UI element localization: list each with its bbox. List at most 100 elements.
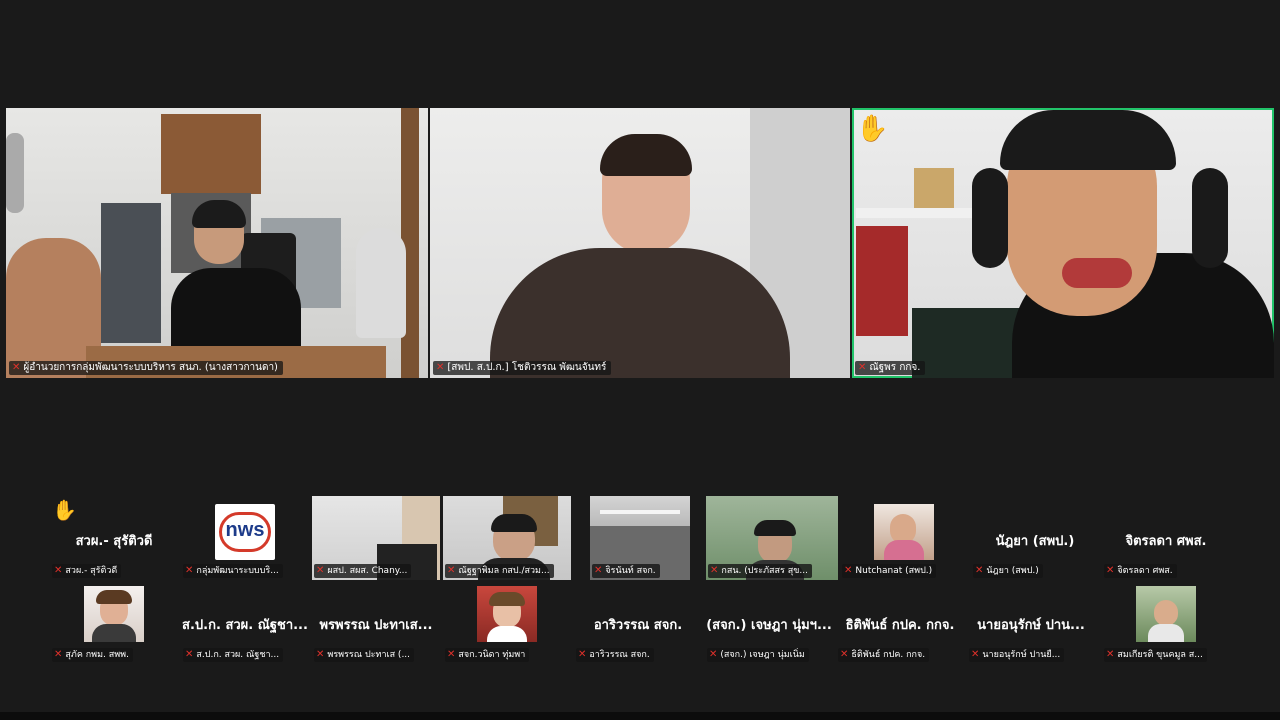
shelf-item-shape	[914, 168, 954, 208]
bottom-strip	[0, 712, 1280, 720]
video-tile-3-active-speaker[interactable]: ✋ ✕ ณัฐพร กกจ.	[852, 108, 1274, 378]
mic-muted-icon: ✕	[710, 565, 719, 576]
participant-name: Nutchanat (สพป.)	[855, 566, 933, 576]
gallery-tile[interactable]: ✕ กสน. (ประภัสสร สุข...	[706, 496, 838, 580]
gallery-tile[interactable]: ธิติพันธ์ กปค. กกจ. ✕ ธิติพันธ์ กปค. กกจ.	[836, 580, 964, 664]
mic-muted-icon: ✕	[844, 565, 853, 576]
gallery-tile[interactable]: ✕ สมเกียรติ ขุนคมูล ส...	[1102, 580, 1230, 664]
video-tile-1[interactable]: ✕ ผู้อำนวยการกลุ่มพัฒนาระบบบริหาร สนภ. (น…	[6, 108, 428, 378]
mic-muted-icon: ✕	[594, 565, 603, 576]
person-hair-shape	[491, 514, 537, 532]
gallery-tile[interactable]: จิตรลดา ศพส. ✕ จิตรลดา ศพส.	[1102, 496, 1230, 580]
participant-display-name: จิตรลดา ศพส.	[1125, 534, 1207, 549]
nws-logo-avatar: nws	[215, 504, 275, 560]
participant-display-name: (สจก.) เจษฎา นุ่มฯ...	[706, 618, 832, 633]
mic-muted-icon: ✕	[54, 565, 63, 576]
fan-shape	[356, 228, 406, 338]
mic-muted-icon: ✕	[1106, 565, 1115, 576]
participant-name: นายอนุรักษ์ ปานยื...	[982, 650, 1061, 660]
participant-name: สจก.วนิดา ทุ่มพา	[458, 650, 526, 660]
video-tile-2[interactable]: ✕ [สพป. ส.ป.ก.] โชติวรรณ พัฒนจันทร์	[430, 108, 850, 378]
participant-name-tag: ✕ นายอนุรักษ์ ปานยื...	[969, 648, 1065, 662]
gallery-tile[interactable]: นัฎยา (สพป.) ✕ นัฎยา (สพป.)	[971, 496, 1099, 580]
participant-name: กสน. (ประภัสสร สุข...	[721, 566, 808, 576]
mic-muted-icon: ✕	[54, 649, 63, 660]
person-body-shape	[490, 248, 790, 378]
person-head-side-shape	[6, 133, 24, 213]
participant-display-name: อาริวรรณ สจก.	[593, 618, 683, 633]
partition-shape	[101, 203, 161, 343]
participant-name-tag: ✕ สุภัค กพม. สพพ.	[52, 648, 133, 662]
person-body-shape	[171, 268, 301, 353]
participant-name-tag: ✕ ณัฐพร กกจ.	[855, 361, 926, 375]
cabinet-shape	[161, 114, 261, 194]
participant-name: ผสป. สผส. Chany...	[327, 566, 408, 576]
person-hair-shape	[600, 134, 692, 176]
participant-name-tag: ✕ นัฎยา (สพป.)	[973, 564, 1043, 578]
gallery-tile[interactable]: ✕ จิรนันท์ สจก.	[590, 496, 690, 580]
mic-muted-icon: ✕	[1106, 649, 1115, 660]
gallery-tile[interactable]: ✕ Nutchanat (สพป.)	[840, 496, 968, 580]
raised-hand-icon: ✋	[52, 498, 77, 522]
mic-muted-icon: ✕	[436, 362, 445, 373]
gallery-tile[interactable]: ส.ป.ก. สวผ. ณัฐชา... ✕ ส.ป.ก. สวผ. ณัฐชา.…	[181, 580, 309, 664]
gallery-tile[interactable]: nws ✕ กลุ่มพัฒนาระบบบริ...	[181, 496, 309, 580]
mic-muted-icon: ✕	[316, 565, 325, 576]
red-wall-shape	[856, 226, 908, 336]
mic-muted-icon: ✕	[447, 565, 456, 576]
participant-name-tag: ✕ ณัฐฐาพิมล กสป./สวม...	[445, 564, 554, 578]
gallery-tile[interactable]: ✕ สุภัค กพม. สพพ.	[50, 580, 178, 664]
participant-name: นัฎยา (สพป.)	[986, 566, 1039, 576]
mic-muted-icon: ✕	[185, 565, 194, 576]
participant-name: ธิติพันธ์ กปค. กกจ.	[851, 650, 926, 660]
gallery-tile[interactable]: ✕ ผสป. สผส. Chany...	[312, 496, 440, 580]
profile-photo-avatar	[874, 504, 934, 560]
participant-display-name: นายอนุรักษ์ ปาน...	[977, 618, 1085, 633]
profile-photo-avatar	[477, 586, 537, 642]
person-hair-shape	[754, 520, 796, 536]
participant-name: ผู้อำนวยการกลุ่มพัฒนาระบบบริหาร สนภ. (นา…	[23, 362, 278, 373]
gallery-tile[interactable]: ✕ ณัฐฐาพิมล กสป./สวม...	[443, 496, 571, 580]
gallery-tile[interactable]: ✋ สวผ.- สุรัติวดี ✕ สวผ.- สุรัติวดี	[50, 496, 178, 580]
participant-name: จิตรลดา ศพส.	[1117, 566, 1173, 576]
participant-name-tag: ✕ พรพรรณ ปะทาเส (...	[314, 648, 415, 662]
mic-muted-icon: ✕	[858, 362, 867, 373]
participant-name-tag: ✕ ผู้อำนวยการกลุ่มพัฒนาระบบบริหาร สนภ. (น…	[9, 361, 283, 375]
person-mouth-shape	[1062, 258, 1132, 288]
mic-muted-icon: ✕	[447, 649, 456, 660]
mic-muted-icon: ✕	[316, 649, 325, 660]
gallery-tile[interactable]: พรพรรณ ปะทาเส... ✕ พรพรรณ ปะทาเส (...	[312, 580, 440, 664]
participant-name-tag: ✕ อาริวรรณ สจก.	[576, 648, 654, 662]
mic-muted-icon: ✕	[185, 649, 194, 660]
participant-name-tag: ✕ จิรนันท์ สจก.	[592, 564, 660, 578]
mic-muted-icon: ✕	[578, 649, 587, 660]
participant-name: กลุ่มพัฒนาระบบบริ...	[196, 566, 279, 576]
gallery-tile[interactable]: อาริวรรณ สจก. ✕ อาริวรรณ สจก.	[574, 580, 702, 664]
participant-name-tag: ✕ (สจก.) เจษฎา นุ่มเนิ่ม	[707, 648, 809, 662]
mic-muted-icon: ✕	[971, 649, 980, 660]
avatar-face-shape	[1154, 600, 1178, 626]
raised-hand-icon: ✋	[856, 114, 889, 144]
headset-right-shape	[1192, 168, 1228, 268]
profile-photo-avatar	[84, 586, 144, 642]
mic-muted-icon: ✕	[12, 362, 21, 373]
person-hair-shape	[192, 200, 246, 228]
mic-muted-icon: ✕	[709, 649, 718, 660]
participant-name: สุภัค กพม. สพพ.	[65, 650, 129, 660]
avatar-hair-shape	[96, 590, 132, 604]
participant-name: (สจก.) เจษฎา นุ่มเนิ่ม	[720, 650, 805, 660]
participant-name-tag: ✕ สมเกียรติ ขุนคมูล ส...	[1104, 648, 1207, 662]
gallery-tile[interactable]: นายอนุรักษ์ ปาน... ✕ นายอนุรักษ์ ปานยื...	[967, 580, 1095, 664]
profile-photo-avatar	[1136, 586, 1196, 642]
participant-name-tag: ✕ ส.ป.ก. สวผ. ณัฐชา...	[183, 648, 284, 662]
participant-name: จิรนันท์ สจก.	[605, 566, 656, 576]
avatar-body-shape	[92, 624, 136, 642]
participant-name-tag: ✕ ผสป. สผส. Chany...	[314, 564, 412, 578]
person-hair-shape	[1000, 110, 1176, 170]
avatar-body-shape	[884, 540, 924, 560]
gallery-tile[interactable]: (สจก.) เจษฎา นุ่มฯ... ✕ (สจก.) เจษฎา นุ่ม…	[705, 580, 833, 664]
mic-muted-icon: ✕	[840, 649, 849, 660]
gallery-tile[interactable]: ✕ สจก.วนิดา ทุ่มพา	[443, 580, 571, 664]
participant-name-tag: ✕ สจก.วนิดา ทุ่มพา	[445, 648, 530, 662]
participant-display-name: นัฎยา (สพป.)	[995, 534, 1075, 549]
